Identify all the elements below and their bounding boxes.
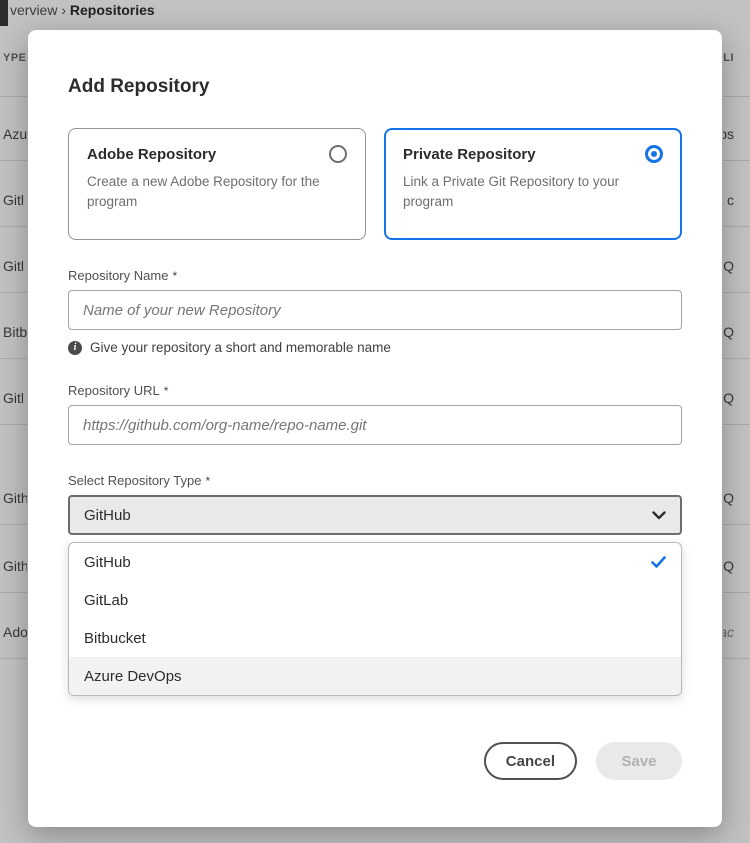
option-label: Azure DevOps <box>84 668 182 685</box>
option-label: GitHub <box>84 554 131 571</box>
add-repository-dialog: Add Repository Adobe Repository Create a… <box>28 30 722 827</box>
repository-url-input[interactable] <box>68 405 682 445</box>
adobe-repository-card[interactable]: Adobe Repository Create a new Adobe Repo… <box>68 128 366 240</box>
repository-type-select[interactable]: GitHub <box>68 495 682 535</box>
repository-name-label: Repository Name * <box>68 268 682 283</box>
required-asterisk: * <box>205 474 210 488</box>
card-title: Adobe Repository <box>87 146 216 163</box>
repository-type-dropdown: GitHub GitLab Bitbucket Azure DevOps <box>68 542 682 696</box>
dropdown-option-azure-devops[interactable]: Azure DevOps <box>69 657 681 695</box>
dropdown-option-bitbucket[interactable]: Bitbucket <box>69 619 681 657</box>
card-title: Private Repository <box>403 146 536 163</box>
info-icon: i <box>68 341 82 355</box>
label-text: Repository URL <box>68 383 160 398</box>
save-button[interactable]: Save <box>596 742 682 780</box>
card-description: Link a Private Git Repository to your pr… <box>403 172 637 213</box>
help-text: Give your repository a short and memorab… <box>90 340 391 355</box>
repository-url-label: Repository URL * <box>68 383 682 398</box>
dialog-actions: Cancel Save <box>68 742 682 780</box>
option-label: GitLab <box>84 592 128 609</box>
dropdown-option-gitlab[interactable]: GitLab <box>69 581 681 619</box>
repository-url-field: Repository URL * <box>68 383 682 445</box>
repository-type-cards: Adobe Repository Create a new Adobe Repo… <box>68 128 682 240</box>
dropdown-option-github[interactable]: GitHub <box>69 543 681 581</box>
repository-type-label: Select Repository Type * <box>68 473 682 488</box>
radio-selected-icon[interactable] <box>645 145 663 163</box>
label-text: Repository Name <box>68 268 168 283</box>
private-repository-card[interactable]: Private Repository Link a Private Git Re… <box>384 128 682 240</box>
repository-type-field: Select Repository Type * GitHub GitHub Gi… <box>68 473 682 696</box>
repository-name-input[interactable] <box>68 290 682 330</box>
dialog-title: Add Repository <box>68 76 682 98</box>
option-label: Bitbucket <box>84 630 146 647</box>
cancel-button[interactable]: Cancel <box>484 742 577 780</box>
chevron-down-icon <box>652 511 666 520</box>
repository-name-field: Repository Name * i Give your repository … <box>68 268 682 355</box>
radio-unselected-icon[interactable] <box>329 145 347 163</box>
required-asterisk: * <box>172 269 177 283</box>
required-asterisk: * <box>164 384 169 398</box>
card-description: Create a new Adobe Repository for the pr… <box>87 172 321 213</box>
select-value: GitHub <box>84 507 131 524</box>
label-text: Select Repository Type <box>68 473 201 488</box>
checkmark-icon <box>651 556 666 568</box>
repository-name-help: i Give your repository a short and memor… <box>68 340 682 355</box>
